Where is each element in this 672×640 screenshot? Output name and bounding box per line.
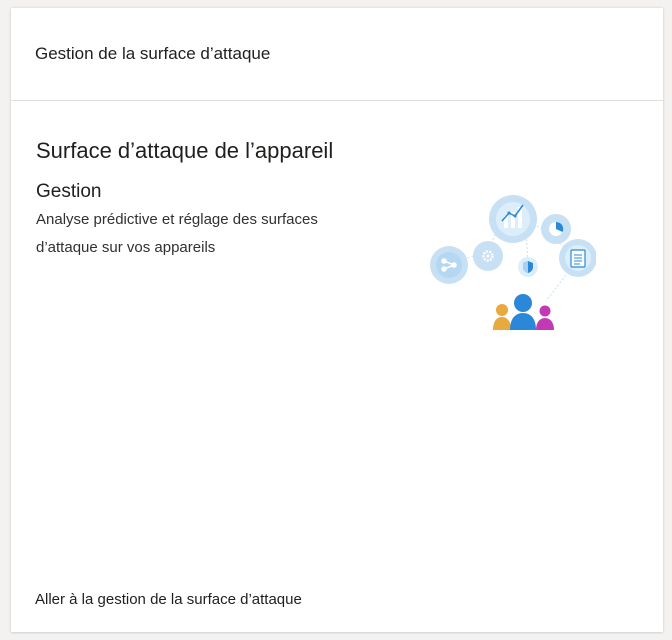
- attack-surface-illustration: [430, 195, 596, 330]
- card-content: Surface d’attaque de l’appareil Gestion …: [36, 136, 396, 262]
- page-title: Surface d’attaque de l’appareil: [36, 138, 334, 163]
- line-chart-icon: [489, 195, 537, 243]
- subheading: Gestion: [36, 181, 102, 202]
- card-header: Gestion de la surface d’attaque: [11, 8, 663, 101]
- attack-surface-card: Gestion de la surface d’attaque Surface …: [11, 8, 663, 632]
- share-nodes-icon: [430, 246, 468, 284]
- people-icon: [493, 294, 554, 330]
- shield-icon: [518, 257, 538, 277]
- clipboard-icon: [559, 239, 596, 277]
- gear-icon: [473, 241, 503, 271]
- card-title: Gestion de la surface d’attaque: [35, 44, 271, 63]
- go-to-attack-surface-management-link[interactable]: Aller à la gestion de la surface d’attaq…: [35, 591, 302, 608]
- description: Analyse prédictive et réglage des surfac…: [36, 211, 318, 256]
- pie-chart-icon: [541, 214, 571, 244]
